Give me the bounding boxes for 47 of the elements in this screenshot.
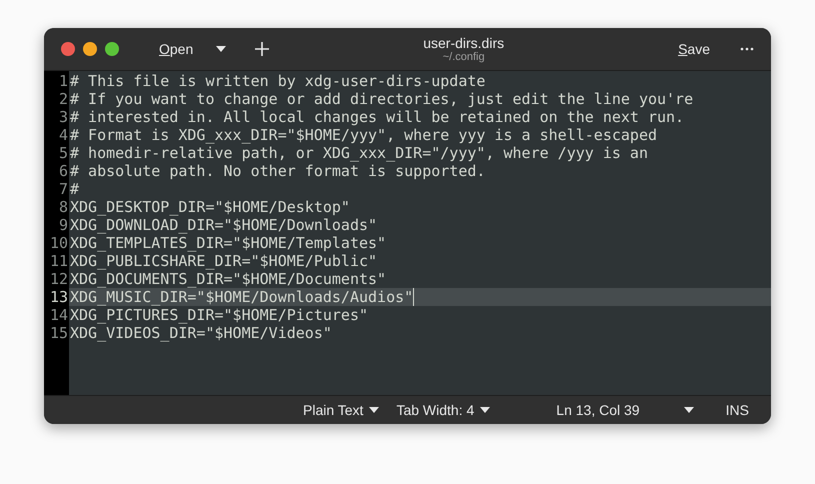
code-line: # homedir-relative path, or XDG_xxx_DIR="/yyy", where /yyy is an bbox=[69, 144, 649, 162]
code-line: # bbox=[69, 180, 80, 198]
dropdown-caret-icon bbox=[480, 407, 490, 413]
line-number: 2 bbox=[58, 90, 69, 108]
code-line: XDG_DOCUMENTS_DIR="$HOME/Documents" bbox=[69, 270, 388, 288]
code-line: XDG_TEMPLATES_DIR="$HOME/Templates" bbox=[69, 234, 388, 252]
code-line: XDG_DESKTOP_DIR="$HOME/Desktop" bbox=[69, 198, 351, 216]
dropdown-caret-icon bbox=[369, 407, 380, 413]
insert-mode: INS bbox=[726, 400, 749, 420]
line-number: 5 bbox=[58, 144, 69, 162]
code-line: XDG_VIDEOS_DIR="$HOME/Videos" bbox=[69, 324, 333, 342]
line-number: 15 bbox=[50, 324, 69, 342]
save-button[interactable]: Save bbox=[678, 38, 710, 60]
line-number: 8 bbox=[58, 198, 69, 216]
maximize-icon[interactable] bbox=[105, 42, 119, 56]
dropdown-caret-icon bbox=[216, 46, 226, 52]
language-dropdown[interactable]: Plain Text bbox=[303, 400, 380, 420]
menu-icon[interactable] bbox=[740, 47, 754, 51]
window-title: user-dirs.dirs bbox=[423, 34, 504, 50]
line-number: 13 bbox=[50, 288, 69, 306]
dropdown-caret-icon bbox=[684, 407, 694, 413]
code-line: # If you want to change or add directories, just edit the line you're bbox=[69, 90, 694, 108]
line-number: 6 bbox=[58, 162, 69, 180]
line-number: 7 bbox=[58, 180, 69, 198]
tab-width-dropdown[interactable]: Tab Width: 4 bbox=[396, 400, 490, 420]
line-number: 12 bbox=[50, 270, 69, 288]
code-line: XDG_PICTURES_DIR="$HOME/Pictures" bbox=[69, 306, 370, 324]
code-line: # This file is written by xdg-user-dirs-update bbox=[69, 72, 486, 90]
close-icon[interactable] bbox=[61, 42, 75, 56]
code-line: # Format is XDG_xxx_DIR="$HOME/yyy", where yyy is a shell-escaped bbox=[69, 126, 658, 144]
minimize-icon[interactable] bbox=[83, 42, 97, 56]
line-number: 1 bbox=[58, 72, 69, 90]
cursor-position-dropdown[interactable]: Ln 13, Col 39 bbox=[556, 400, 694, 420]
line-number: 3 bbox=[58, 108, 69, 126]
new-tab-icon[interactable] bbox=[255, 42, 270, 56]
text-cursor bbox=[413, 288, 414, 306]
line-number: 11 bbox=[50, 252, 69, 270]
window-subtitle: ~/.config bbox=[442, 50, 485, 64]
line-number: 9 bbox=[58, 216, 69, 234]
code-line: # interested in. All local changes will be retained on the next run. bbox=[69, 108, 686, 126]
code-line: XDG_DOWNLOAD_DIR="$HOME/Downloads" bbox=[69, 216, 378, 234]
code-line: # absolute path. No other format is supported. bbox=[69, 162, 486, 180]
open-button[interactable]: Open bbox=[159, 38, 194, 60]
line-number: 4 bbox=[58, 126, 69, 144]
line-number: 10 bbox=[50, 234, 69, 252]
code-line: XDG_PUBLICSHARE_DIR="$HOME/Public" bbox=[69, 252, 378, 270]
line-number: 14 bbox=[50, 306, 69, 324]
